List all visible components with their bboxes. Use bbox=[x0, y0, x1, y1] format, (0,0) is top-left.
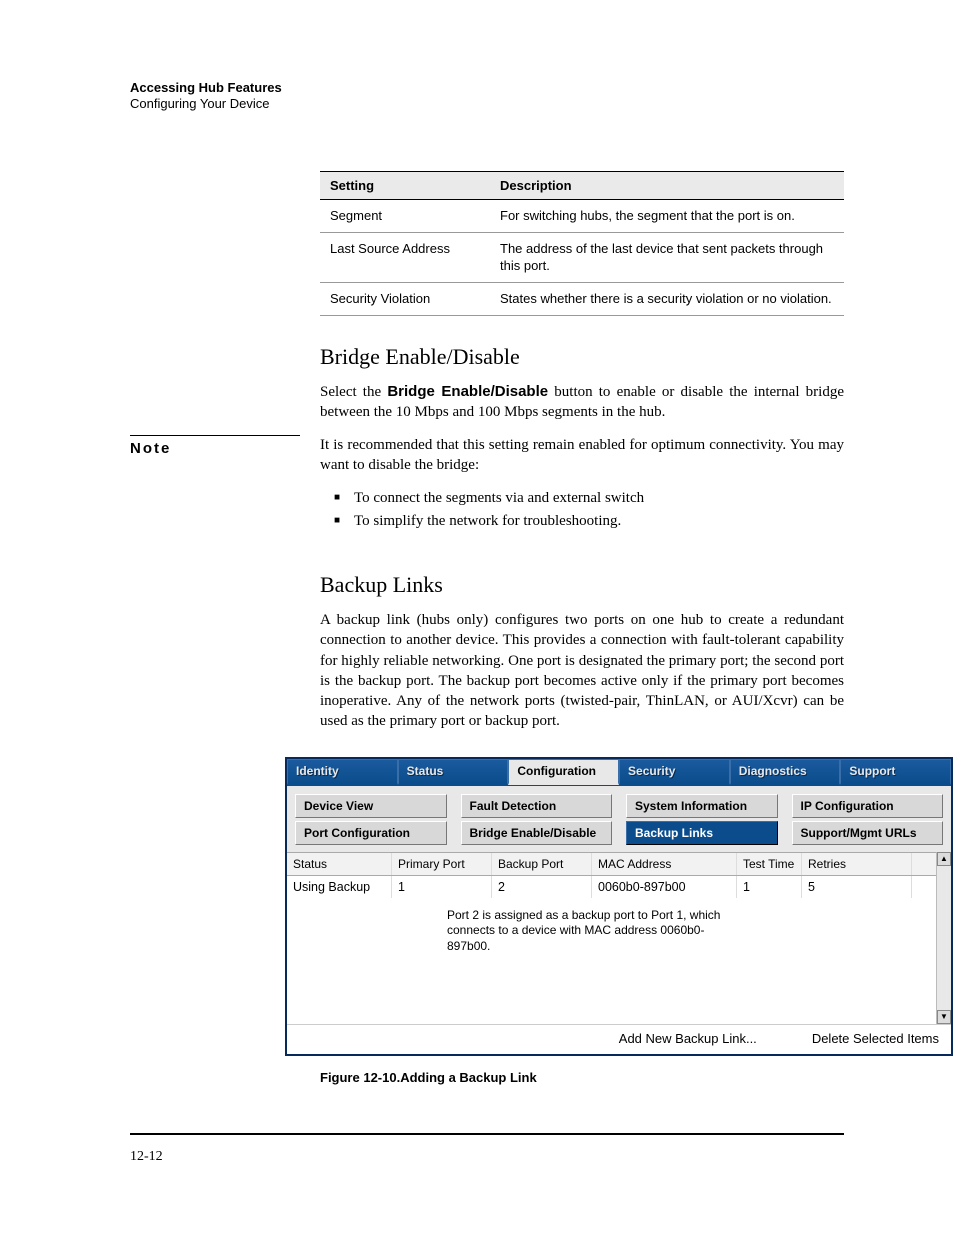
bridge-paragraph: Select the Bridge Enable/Disable button … bbox=[320, 382, 844, 423]
col-backup-port[interactable]: Backup Port bbox=[492, 853, 592, 875]
text: Select the bbox=[320, 384, 387, 400]
col-status[interactable]: Status bbox=[287, 853, 392, 875]
callout-text: Port 2 is assigned as a backup port to P… bbox=[447, 908, 720, 953]
list-item: To connect the segments via and external… bbox=[340, 487, 844, 510]
cell-setting: Security Violation bbox=[320, 282, 490, 315]
scrollbar[interactable]: ▲ ▼ bbox=[936, 852, 951, 1025]
scroll-up-icon[interactable]: ▲ bbox=[937, 852, 951, 866]
th-description: Description bbox=[490, 172, 844, 200]
page-number: 12-12 bbox=[130, 1149, 163, 1165]
cell-setting: Last Source Address bbox=[320, 233, 490, 283]
cell-backup: 2 bbox=[492, 876, 592, 898]
subtab-device-view[interactable]: Device View bbox=[295, 794, 447, 818]
col-primary-port[interactable]: Primary Port bbox=[392, 853, 492, 875]
main-tab-bar: Identity Status Configuration Security D… bbox=[287, 759, 951, 786]
sub-tab-area: Device View Fault Detection System Infor… bbox=[287, 786, 951, 852]
subtab-bridge-enable-disable[interactable]: Bridge Enable/Disable bbox=[461, 821, 613, 845]
cell-test: 1 bbox=[737, 876, 802, 898]
cell-description: States whether there is a security viola… bbox=[490, 282, 844, 315]
table-row: Last Source Address The address of the l… bbox=[320, 233, 844, 283]
cell-primary: 1 bbox=[392, 876, 492, 898]
th-setting: Setting bbox=[320, 172, 490, 200]
backup-links-screenshot: Identity Status Configuration Security D… bbox=[285, 757, 953, 1057]
subtab-fault-detection[interactable]: Fault Detection bbox=[461, 794, 613, 818]
add-new-backup-link-button[interactable]: Add New Backup Link... bbox=[619, 1031, 757, 1046]
backup-heading: Backup Links bbox=[320, 572, 844, 598]
text-bold: Bridge Enable/Disable bbox=[387, 383, 548, 400]
col-test-time[interactable]: Test Time bbox=[737, 853, 802, 875]
settings-table: Setting Description Segment For switchin… bbox=[320, 171, 844, 316]
table-row: Segment For switching hubs, the segment … bbox=[320, 200, 844, 233]
col-retries[interactable]: Retries bbox=[802, 853, 912, 875]
subtab-support-mgmt-urls[interactable]: Support/Mgmt URLs bbox=[792, 821, 944, 845]
note-bullet-list: To connect the segments via and external… bbox=[320, 487, 844, 532]
tab-configuration[interactable]: Configuration bbox=[508, 759, 619, 785]
tab-identity[interactable]: Identity bbox=[287, 759, 398, 785]
subtab-ip-configuration[interactable]: IP Configuration bbox=[792, 794, 944, 818]
list-item: To simplify the network for troubleshoot… bbox=[340, 510, 844, 533]
backup-paragraph: A backup link (hubs only) configures two… bbox=[320, 610, 844, 732]
column-headers: Status Primary Port Backup Port MAC Addr… bbox=[287, 852, 951, 876]
subtab-port-configuration[interactable]: Port Configuration bbox=[295, 821, 447, 845]
bottom-button-bar: Add New Backup Link... Delete Selected I… bbox=[287, 1024, 951, 1054]
tab-security[interactable]: Security bbox=[619, 759, 730, 785]
cell-description: For switching hubs, the segment that the… bbox=[490, 200, 844, 233]
bridge-heading: Bridge Enable/Disable bbox=[320, 344, 844, 370]
table-row[interactable]: Using Backup 1 2 0060b0-897b00 1 5 bbox=[287, 876, 951, 898]
tab-support[interactable]: Support bbox=[840, 759, 951, 785]
tab-diagnostics[interactable]: Diagnostics bbox=[730, 759, 841, 785]
backup-links-data-area: Status Primary Port Backup Port MAC Addr… bbox=[287, 852, 951, 1025]
note-paragraph: It is recommended that this setting rema… bbox=[320, 435, 844, 476]
callout-annotation: Port 2 is assigned as a backup port to P… bbox=[447, 906, 747, 957]
col-mac-address[interactable]: MAC Address bbox=[592, 853, 737, 875]
cell-setting: Segment bbox=[320, 200, 490, 233]
delete-selected-items-button[interactable]: Delete Selected Items bbox=[812, 1031, 939, 1046]
scroll-down-icon[interactable]: ▼ bbox=[937, 1010, 951, 1024]
cell-mac: 0060b0-897b00 bbox=[592, 876, 737, 898]
table-row: Security Violation States whether there … bbox=[320, 282, 844, 315]
cell-status: Using Backup bbox=[287, 876, 392, 898]
running-header: Accessing Hub Features Configuring Your … bbox=[130, 80, 844, 111]
cell-retries: 5 bbox=[802, 876, 912, 898]
subtab-backup-links[interactable]: Backup Links bbox=[626, 821, 778, 845]
note-label: Note bbox=[130, 435, 300, 457]
footer-rule bbox=[130, 1133, 844, 1135]
chapter-title: Accessing Hub Features bbox=[130, 80, 844, 96]
cell-description: The address of the last device that sent… bbox=[490, 233, 844, 283]
tab-status[interactable]: Status bbox=[398, 759, 509, 785]
section-title: Configuring Your Device bbox=[130, 96, 844, 112]
figure-caption: Figure 12-10.Adding a Backup Link bbox=[320, 1070, 844, 1085]
subtab-system-information[interactable]: System Information bbox=[626, 794, 778, 818]
